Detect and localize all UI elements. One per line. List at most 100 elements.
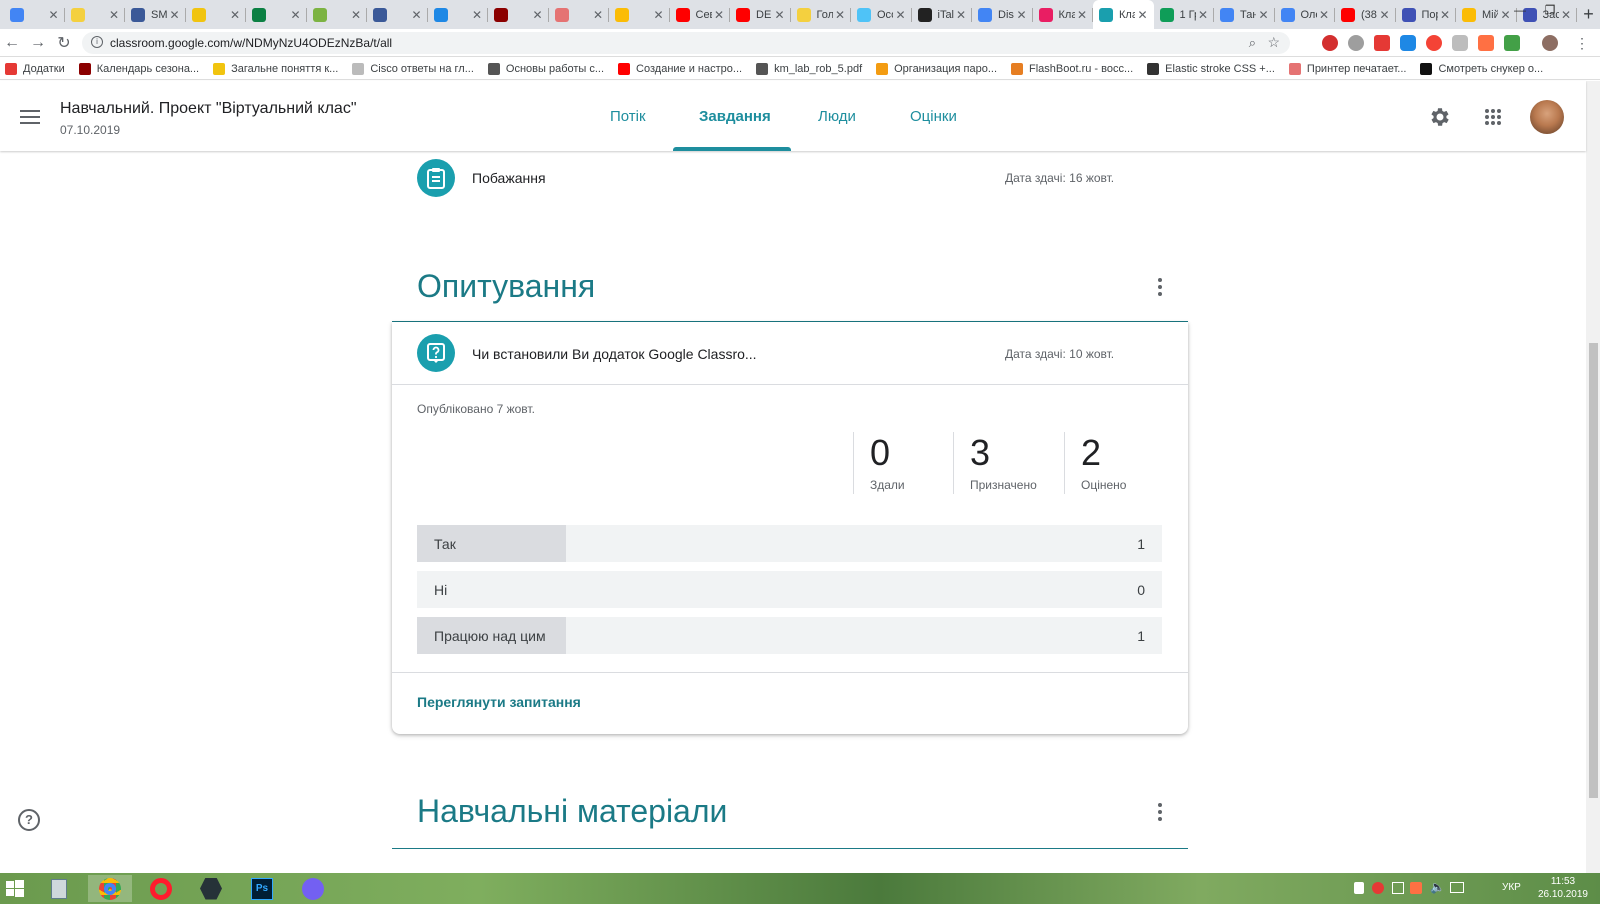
help-icon[interactable]: ? [18, 809, 40, 831]
classroom-extension-icon[interactable] [1504, 35, 1520, 51]
tab-close-icon[interactable]: ✕ [1319, 8, 1329, 22]
apps-grid-icon[interactable] [1484, 108, 1502, 126]
tab-close-icon[interactable]: ✕ [956, 8, 966, 22]
browser-tab[interactable]: ✕ [4, 0, 65, 29]
windows-start-icon[interactable] [0, 875, 30, 902]
tab-close-icon[interactable]: ✕ [835, 8, 845, 22]
nox-taskbar-icon[interactable] [196, 875, 226, 902]
tab-close-icon[interactable]: ✕ [290, 8, 300, 22]
browser-tab[interactable]: Сев✕ [670, 0, 731, 29]
browser-tab[interactable]: Тан ✕ [1214, 0, 1275, 29]
browser-tab[interactable]: ✕ [186, 0, 247, 29]
network-icon[interactable] [1450, 882, 1464, 893]
tab-classwork[interactable]: Завдання [699, 81, 771, 151]
tab-close-icon[interactable]: ✕ [1016, 8, 1026, 22]
tab-close-icon[interactable]: ✕ [1258, 8, 1268, 22]
profile-avatar[interactable] [1542, 35, 1558, 51]
info-icon[interactable]: i [91, 36, 103, 48]
tab-close-icon[interactable]: ✕ [48, 8, 58, 22]
menu-icon[interactable] [20, 110, 40, 124]
bookmark-item[interactable]: FlashBoot.ru - восс... [1011, 62, 1133, 75]
bookmark-item[interactable]: Создание и настро... [618, 62, 742, 75]
chrome-taskbar-icon[interactable] [88, 875, 132, 902]
tab-close-icon[interactable]: ✕ [653, 8, 663, 22]
reload-icon[interactable]: ↻ [54, 33, 74, 53]
tab-close-icon[interactable]: ✕ [1440, 8, 1450, 22]
browser-tab[interactable]: Гол ✕ [791, 0, 852, 29]
assignment-title[interactable]: Побажання [472, 170, 546, 186]
viber-taskbar-icon[interactable] [298, 875, 328, 902]
browser-tab[interactable]: ✕ [549, 0, 610, 29]
restore-button[interactable]: ❐ [1540, 0, 1560, 20]
bookmark-star-icon[interactable]: ☆ [1267, 34, 1280, 51]
language-indicator[interactable]: УКР [1502, 882, 1521, 893]
browser-tab[interactable]: ✕ [488, 0, 549, 29]
tray-icon[interactable] [1410, 882, 1422, 894]
tab-close-icon[interactable]: ✕ [1077, 8, 1087, 22]
browser-tab[interactable]: Disc✕ [972, 0, 1033, 29]
extension-icon[interactable] [1400, 35, 1416, 51]
browser-tab[interactable]: Клас✕ [1093, 0, 1154, 29]
tab-close-icon[interactable]: ✕ [895, 8, 905, 22]
scrollbar-thumb[interactable] [1589, 343, 1598, 798]
opera-taskbar-icon[interactable] [146, 875, 176, 902]
tab-close-icon[interactable]: ✕ [1561, 8, 1571, 22]
extension-icon[interactable] [1478, 35, 1494, 51]
calculator-icon[interactable] [44, 875, 74, 902]
extension-icon[interactable] [1322, 35, 1338, 51]
volume-icon[interactable]: 🔈 [1430, 880, 1445, 894]
minimize-button[interactable]: — [1500, 0, 1540, 20]
extension-icon[interactable] [1348, 35, 1364, 51]
tab-close-icon[interactable]: ✕ [472, 8, 482, 22]
browser-tab[interactable]: Пор✕ [1396, 0, 1457, 29]
tab-close-icon[interactable]: ✕ [1379, 8, 1389, 22]
tab-close-icon[interactable]: ✕ [593, 8, 603, 22]
browser-tab[interactable]: ✕ [65, 0, 126, 29]
browser-tab[interactable]: ✕ [609, 0, 670, 29]
tab-close-icon[interactable]: ✕ [230, 8, 240, 22]
browser-tab[interactable]: ✕ [307, 0, 368, 29]
bookmark-item[interactable]: Основы работы с... [487, 62, 604, 75]
bookmark-item[interactable]: Принтер печатает... [1288, 62, 1406, 75]
extension-icon[interactable] [1374, 35, 1390, 51]
extension-icon[interactable] [1452, 35, 1468, 51]
bookmark-item[interactable]: km_lab_rob_5.pdf [756, 62, 862, 75]
class-title[interactable]: Навчальний. Проект "Віртуальний клас" [60, 100, 357, 118]
user-avatar[interactable] [1530, 100, 1564, 134]
zoom-icon[interactable]: ⌕ [1249, 35, 1256, 51]
bookmark-item[interactable]: Смотреть снукер о... [1420, 62, 1543, 75]
tray-icon[interactable] [1372, 882, 1384, 894]
photoshop-taskbar-icon[interactable]: Ps [247, 875, 277, 902]
browser-tab[interactable]: (383✕ [1335, 0, 1396, 29]
browser-tab[interactable]: Оле✕ [1275, 0, 1336, 29]
bookmark-item[interactable]: Додатки [5, 62, 65, 75]
tab-close-icon[interactable]: ✕ [532, 8, 542, 22]
view-question-link[interactable]: Переглянути запитання [417, 694, 581, 710]
system-clock[interactable]: 11:53 26.10.2019 [1538, 875, 1588, 901]
bookmark-item[interactable]: Загальне поняття к... [213, 62, 338, 75]
browser-tab[interactable]: ✕ [246, 0, 307, 29]
tab-people[interactable]: Люди [818, 81, 856, 151]
tab-close-icon[interactable]: ✕ [714, 8, 724, 22]
browser-tab[interactable]: DEE✕ [730, 0, 791, 29]
new-tab-button[interactable]: + [1577, 0, 1600, 29]
bookmark-item[interactable]: Elastic stroke CSS +... [1147, 62, 1275, 75]
bookmark-item[interactable]: Cisco ответы на гл... [352, 62, 474, 75]
browser-tab[interactable]: ✕ [367, 0, 428, 29]
opera-extension-icon[interactable] [1426, 35, 1442, 51]
forward-icon[interactable]: → [28, 33, 48, 53]
stat-graded[interactable]: 2 Оцінено [1064, 432, 1126, 494]
tab-close-icon[interactable]: ✕ [1137, 8, 1147, 22]
tab-close-icon[interactable]: ✕ [351, 8, 361, 22]
browser-tab[interactable]: iTalc✕ [912, 0, 973, 29]
tab-close-icon[interactable]: ✕ [1198, 8, 1208, 22]
tab-close-icon[interactable]: ✕ [169, 8, 179, 22]
browser-tab[interactable]: 1 Гр✕ [1154, 0, 1215, 29]
bookmark-item[interactable]: Календарь сезона... [78, 62, 199, 75]
tab-close-icon[interactable]: ✕ [411, 8, 421, 22]
address-bar[interactable]: i classroom.google.com/w/NDMyNzU4ODEzNzB… [82, 32, 1290, 54]
back-icon[interactable]: ← [2, 33, 22, 53]
tab-grades[interactable]: Оцінки [910, 81, 957, 151]
browser-tab[interactable]: Кла ✕ [1033, 0, 1094, 29]
question-title[interactable]: Чи встановили Ви додаток Google Classro.… [472, 346, 757, 362]
